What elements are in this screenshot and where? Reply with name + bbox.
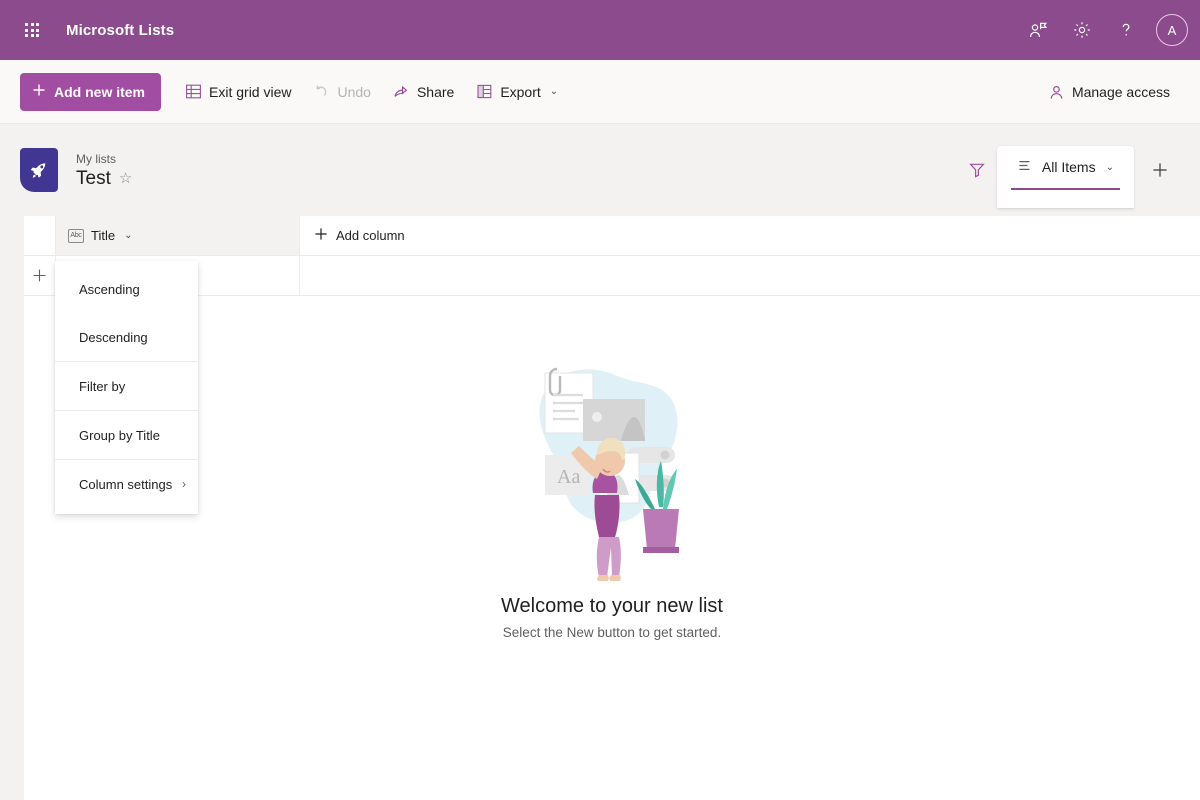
- star-outline-icon[interactable]: ☆: [119, 171, 132, 186]
- gear-icon[interactable]: [1062, 10, 1102, 50]
- filter-funnel-icon[interactable]: [957, 150, 997, 190]
- empty-state-title: Welcome to your new list: [501, 595, 723, 617]
- view-name-label: All Items: [1041, 159, 1096, 175]
- chevron-down-icon: ⌄: [1105, 161, 1114, 173]
- context-menu-label: Ascending: [79, 281, 140, 297]
- person-icon: [1048, 84, 1065, 101]
- grid-left-gutter: [0, 216, 24, 800]
- exit-grid-view-button[interactable]: Exit grid view: [175, 73, 301, 111]
- list-title-block: My lists Test ☆: [76, 151, 132, 190]
- export-excel-icon: [476, 83, 493, 100]
- share-button[interactable]: Share: [383, 73, 464, 111]
- rocket-icon: [20, 148, 58, 192]
- list-header: My lists Test ☆ All Items ⌄: [0, 124, 1200, 216]
- page-title: Test: [76, 167, 111, 189]
- breadcrumb[interactable]: My lists: [76, 151, 132, 167]
- text-column-type-icon: Abc: [68, 228, 84, 243]
- plus-icon: [314, 227, 328, 244]
- command-bar-right: Manage access: [1038, 60, 1180, 124]
- chevron-down-icon: ⌄: [124, 230, 133, 241]
- command-bar: Add new item Exit grid view Undo Share E…: [0, 60, 1200, 124]
- grid-header-row: Abc Title ⌄ Add column: [24, 216, 1200, 256]
- context-menu-label: Group by Title: [79, 427, 160, 443]
- empty-state-subtitle: Select the New button to get started.: [502, 625, 722, 640]
- grid-view-icon: [185, 83, 202, 100]
- avatar[interactable]: A: [1156, 14, 1188, 46]
- help-question-icon[interactable]: [1106, 10, 1146, 50]
- view-selector-card: All Items ⌄: [996, 146, 1134, 208]
- list-view-icon: [1017, 157, 1034, 177]
- waffle-grid-icon[interactable]: [12, 10, 52, 50]
- manage-access-label: Manage access: [1071, 84, 1170, 100]
- undo-arrow-icon: [313, 83, 330, 100]
- feedback-person-icon[interactable]: [1018, 10, 1058, 50]
- context-menu-item-column-settings[interactable]: Column settings ›: [55, 460, 198, 508]
- undo-button[interactable]: Undo: [303, 73, 380, 111]
- manage-access-button[interactable]: Manage access: [1038, 73, 1180, 111]
- add-column-label: Add column: [336, 228, 405, 243]
- grid-area: Abc Title ⌄ Add column Ascending Descend…: [0, 216, 1200, 800]
- grid-new-row: [24, 256, 1200, 296]
- context-menu-label: Column settings: [79, 476, 173, 492]
- context-menu-item-ascending[interactable]: Ascending: [55, 265, 198, 313]
- command-bar-actions: Exit grid view Undo Share Export ⌄: [175, 73, 568, 111]
- undo-label: Undo: [337, 83, 371, 100]
- view-controls: All Items ⌄: [957, 124, 1180, 216]
- add-new-item-button[interactable]: Add new item: [20, 72, 162, 111]
- context-menu-label: Descending: [79, 329, 148, 345]
- context-menu-item-descending[interactable]: Descending: [55, 313, 198, 361]
- grid-body: Abc Title ⌄ Add column Ascending Descend…: [24, 216, 1200, 800]
- share-label: Share: [416, 83, 455, 100]
- person-arranging-list-illustration: Aa: [539, 367, 679, 581]
- view-selector-all-items[interactable]: All Items ⌄: [1010, 146, 1120, 190]
- empty-state: Aa Welcome to your new list Select the N…: [24, 311, 1200, 800]
- context-menu-label: Filter by: [79, 378, 126, 394]
- share-icon: [393, 83, 410, 100]
- add-new-item-label: Add new item: [54, 83, 146, 100]
- exit-grid-view-label: Exit grid view: [209, 83, 292, 100]
- context-menu-item-group-by-title[interactable]: Group by Title: [55, 411, 198, 459]
- add-column-button[interactable]: Add column: [300, 216, 419, 255]
- chevron-down-icon: ⌄: [549, 86, 559, 97]
- export-label: Export: [500, 83, 541, 100]
- chevron-right-icon: ›: [182, 477, 186, 491]
- column-header-label: Title: [91, 228, 116, 243]
- svg-text:Aa: Aa: [557, 466, 580, 488]
- plus-icon: [32, 83, 46, 100]
- suite-header-bar: Microsoft Lists A: [0, 0, 1200, 60]
- column-context-menu: Ascending Descending Filter by Group by …: [55, 261, 198, 514]
- select-all-cell[interactable]: [24, 216, 56, 255]
- context-menu-item-filter-by[interactable]: Filter by: [55, 362, 198, 410]
- column-header-title[interactable]: Abc Title ⌄: [56, 216, 300, 255]
- add-row-button[interactable]: [24, 256, 56, 295]
- app-title: Microsoft Lists: [66, 21, 175, 39]
- export-button[interactable]: Export ⌄: [466, 73, 568, 111]
- suite-actions: A: [1018, 0, 1188, 60]
- add-view-button[interactable]: [1140, 150, 1180, 190]
